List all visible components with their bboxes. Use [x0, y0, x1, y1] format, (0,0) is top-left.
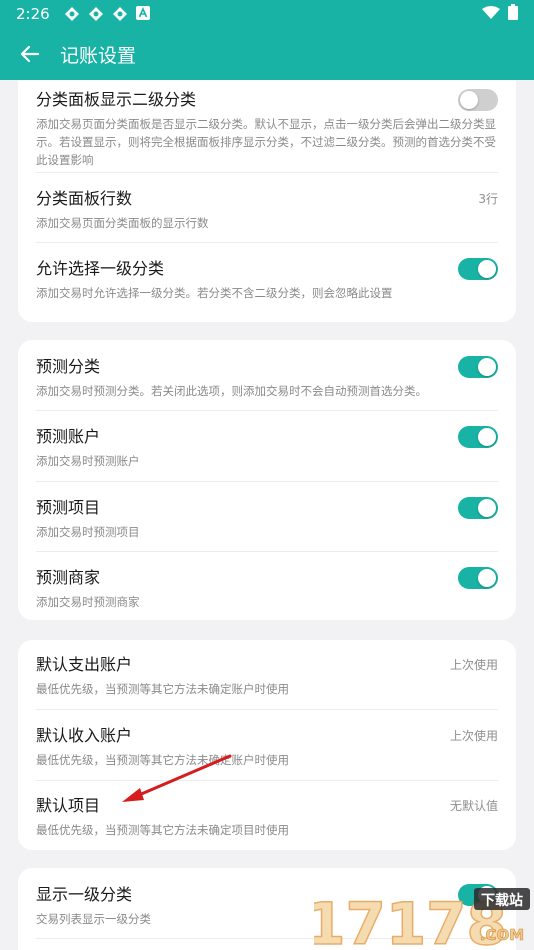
- toggle-switch[interactable]: [458, 426, 498, 448]
- setting-desc: 添加交易时预测分类。若关闭此选项，则添加交易时不会自动预测首选分类。: [36, 384, 427, 398]
- svg-text:下载站: 下载站: [481, 892, 523, 909]
- setting-row-show-subcategory[interactable]: 分类面板显示二级分类 添加交易页面分类面板是否显示二级分类。默认不显示，点击一级…: [36, 89, 498, 169]
- back-button[interactable]: [4, 28, 56, 80]
- status-time: 2:26: [16, 5, 50, 23]
- setting-title: 允许选择一级分类: [36, 259, 165, 278]
- app-bar: 记账设置: [0, 28, 534, 80]
- settings-card-defaults: 默认支出账户 最低优先级，当预测等其它方法未确定账户时使用 上次使用 默认收入账…: [18, 640, 516, 850]
- divider: [36, 551, 498, 552]
- setting-row-predict-account[interactable]: 预测账户 添加交易时预测账户: [36, 426, 498, 470]
- settings-card-prediction: 预测分类 添加交易时预测分类。若关闭此选项，则添加交易时不会自动预测首选分类。 …: [18, 340, 516, 620]
- setting-desc: 添加交易页面分类面板是否显示二级分类。默认不显示，点击一级分类后会弹出二级分类显…: [36, 117, 496, 167]
- setting-title: 默认收入账户: [36, 726, 133, 745]
- setting-title: 预测分类: [36, 357, 101, 376]
- setting-value: 3行: [478, 192, 498, 206]
- toggle-switch[interactable]: [458, 567, 498, 589]
- setting-row-default-expense-account[interactable]: 默认支出账户 最低优先级，当预测等其它方法未确定账户时使用 上次使用: [36, 654, 498, 698]
- wifi-icon: [482, 5, 500, 24]
- setting-row-predict-merchant[interactable]: 预测商家 添加交易时预测商家: [36, 567, 498, 611]
- setting-row-panel-rows[interactable]: 分类面板行数 添加交易页面分类面板的显示行数 3行: [36, 188, 498, 232]
- setting-desc: 添加交易时预测账户: [36, 454, 140, 468]
- setting-value: 上次使用: [449, 658, 498, 672]
- setting-title: 默认项目: [36, 796, 101, 815]
- divider: [36, 172, 498, 173]
- setting-row-predict-category[interactable]: 预测分类 添加交易时预测分类。若关闭此选项，则添加交易时不会自动预测首选分类。: [36, 356, 498, 400]
- toggle-switch[interactable]: [458, 258, 498, 280]
- setting-title: 分类面板显示二级分类: [36, 90, 197, 109]
- setting-title: 默认支出账户: [36, 655, 133, 674]
- setting-desc: 最低优先级，当预测等其它方法未确定项目时使用: [36, 823, 289, 837]
- status-bar: 2:26: [0, 0, 534, 28]
- setting-title: 预测商家: [36, 568, 101, 587]
- toggle-switch[interactable]: [458, 497, 498, 519]
- setting-desc: 添加交易页面分类面板的显示行数: [36, 216, 209, 230]
- setting-row-allow-primary[interactable]: 允许选择一级分类 添加交易时允许选择一级分类。若分类不含二级分类，则会忽略此设置: [36, 258, 498, 302]
- settings-list[interactable]: 分类面板显示二级分类 添加交易页面分类面板是否显示二级分类。默认不显示，点击一级…: [0, 80, 534, 950]
- divider: [36, 481, 498, 482]
- toggle-switch[interactable]: [458, 89, 498, 111]
- setting-desc: 添加交易时预测商家: [36, 595, 140, 609]
- setting-title: 分类面板行数: [36, 189, 133, 208]
- setting-row-default-project[interactable]: 默认项目 最低优先级，当预测等其它方法未确定项目时使用 无默认值: [36, 795, 498, 839]
- cloud-sync-icon: [88, 6, 104, 22]
- back-arrow-icon: [20, 45, 40, 63]
- divider: [36, 242, 498, 243]
- divider: [36, 709, 498, 710]
- setting-row-default-income-account[interactable]: 默认收入账户 最低优先级，当预测等其它方法未确定账户时使用 上次使用: [36, 725, 498, 769]
- toggle-switch[interactable]: [458, 356, 498, 378]
- setting-desc: 最低优先级，当预测等其它方法未确定账户时使用: [36, 682, 289, 696]
- setting-desc: 最低优先级，当预测等其它方法未确定账户时使用: [36, 753, 289, 767]
- divider: [36, 410, 498, 411]
- divider: [36, 780, 498, 781]
- annotation-arrow-icon: [122, 754, 232, 802]
- setting-title: 预测账户: [36, 427, 101, 446]
- watermark-logo: 17178 下载站 .COM: [314, 888, 530, 950]
- battery-icon: [508, 4, 518, 24]
- cloud-sync-icon: [64, 6, 80, 22]
- settings-card-classification: 分类面板显示二级分类 添加交易页面分类面板是否显示二级分类。默认不显示，点击一级…: [18, 80, 516, 322]
- setting-title: 预测项目: [36, 498, 101, 517]
- setting-value: 无默认值: [449, 799, 498, 813]
- setting-value: 上次使用: [449, 729, 498, 743]
- svg-text:.COM: .COM: [480, 926, 524, 944]
- cloud-sync-icon: [112, 6, 128, 22]
- setting-row-predict-project[interactable]: 预测项目 添加交易时预测项目: [36, 497, 498, 541]
- setting-desc: 添加交易时允许选择一级分类。若分类不含二级分类，则会忽略此设置: [36, 286, 393, 300]
- page-title: 记账设置: [60, 44, 137, 67]
- a-notification-icon: [135, 6, 152, 22]
- setting-desc: 添加交易时预测项目: [36, 525, 140, 539]
